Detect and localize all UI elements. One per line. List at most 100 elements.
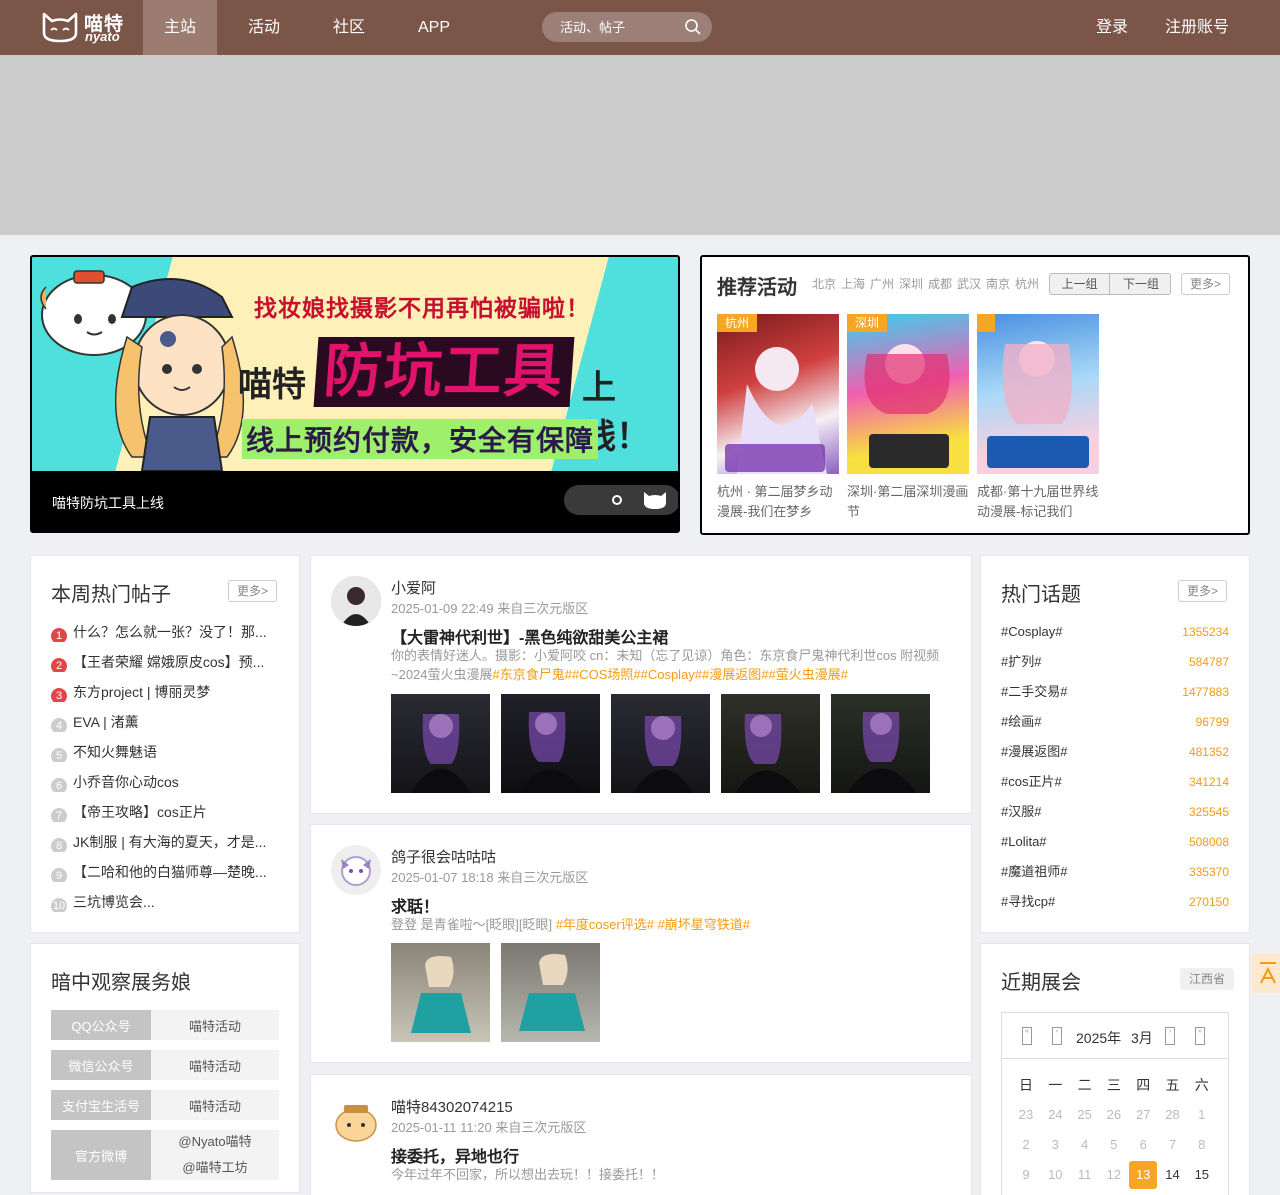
avatar[interactable] bbox=[331, 845, 381, 895]
calendar-day[interactable]: 3 bbox=[1041, 1131, 1069, 1159]
hot-post-title[interactable]: 【二哈和他的白猫师尊—楚晚... bbox=[73, 864, 267, 880]
calendar-day[interactable]: 14 bbox=[1159, 1161, 1187, 1189]
hot-post-title[interactable]: JK制服 | 有大海的夏天，才是... bbox=[73, 834, 266, 850]
calendar-day-prev[interactable]: 28 bbox=[1159, 1101, 1187, 1129]
topic-name[interactable]: #寻找cp# bbox=[1001, 894, 1055, 909]
post-tags[interactable]: #年度coser评选# #崩坏星穹铁道# bbox=[556, 917, 750, 932]
service-account[interactable]: 喵特活动 bbox=[189, 1056, 241, 1075]
post-image[interactable] bbox=[831, 694, 930, 793]
post-image[interactable] bbox=[501, 694, 600, 793]
post-body[interactable]: 登登 是青雀啦～[眨眼][眨眼] #年度coser评选# #崩坏星穹铁道# bbox=[391, 915, 951, 934]
hot-post-title[interactable]: 三坑博览会... bbox=[73, 894, 155, 910]
topic-name[interactable]: #漫展返图# bbox=[1001, 744, 1067, 759]
calendar-day[interactable]: 15 bbox=[1188, 1161, 1216, 1189]
prev-month-icon[interactable]: ‹ bbox=[1052, 1027, 1062, 1045]
city-filter-guangzhou[interactable]: 广州 bbox=[870, 275, 894, 292]
city-filter-shenzhen[interactable]: 深圳 bbox=[899, 275, 923, 292]
topic-name[interactable]: #二手交易# bbox=[1001, 684, 1067, 699]
topic-name[interactable]: #汉服# bbox=[1001, 804, 1041, 819]
topic-item[interactable]: #寻找cp# 270150 bbox=[1001, 892, 1229, 912]
calendar-day[interactable]: 8 bbox=[1188, 1131, 1216, 1159]
topic-name[interactable]: #扩列# bbox=[1001, 654, 1041, 669]
activity-poster[interactable]: 深圳 bbox=[847, 314, 969, 474]
hero-carousel[interactable]: 找妆娘找摄影不用再怕被骗啦！ 喵特 防坑工具 上线！ 线上预约付款，安全有保障 … bbox=[30, 255, 680, 533]
calendar-day[interactable]: 10 bbox=[1041, 1161, 1069, 1189]
hot-post-item[interactable]: 8 JK制服 | 有大海的夏天，才是... bbox=[51, 832, 281, 852]
post-tags[interactable]: #东京食尸鬼##COS场照##Cosplay##漫展返图##萤火虫漫展# bbox=[493, 667, 848, 682]
activity-name[interactable]: 深圳·第二届深圳漫画节 bbox=[847, 482, 969, 522]
post-title[interactable]: 接委托，异地也行 bbox=[391, 1143, 519, 1167]
hot-post-item[interactable]: 6 小乔音你心动cos bbox=[51, 772, 281, 792]
activity-card[interactable]: 杭州 杭州 · 第二届梦乡动漫展-我们在梦乡 bbox=[717, 314, 839, 522]
avatar[interactable] bbox=[331, 1095, 381, 1145]
service-value[interactable]: 喵特活动 bbox=[151, 1090, 279, 1120]
calendar-year[interactable]: 2025年 bbox=[1076, 1028, 1121, 1048]
hot-post-item[interactable]: 1 什么？怎么就一张？没了！那... bbox=[51, 622, 281, 642]
activity-name[interactable]: 杭州 · 第二届梦乡动漫展-我们在梦乡 bbox=[717, 482, 839, 522]
post-author[interactable]: 小爱阿 bbox=[391, 577, 436, 598]
calendar-day-prev[interactable]: 25 bbox=[1071, 1101, 1099, 1129]
topic-name[interactable]: #Cosplay# bbox=[1001, 624, 1062, 639]
hot-post-item[interactable]: 5 不知火舞魅语 bbox=[51, 742, 281, 762]
calendar-day[interactable]: 4 bbox=[1071, 1131, 1099, 1159]
calendar-day[interactable]: 7 bbox=[1159, 1131, 1187, 1159]
hot-post-title[interactable]: 东方project | 博丽灵梦 bbox=[73, 684, 210, 700]
service-account[interactable]: 喵特活动 bbox=[189, 1096, 241, 1115]
search-input[interactable] bbox=[560, 12, 680, 42]
topic-name[interactable]: #Lolita# bbox=[1001, 834, 1047, 849]
calendar-day[interactable]: 9 bbox=[1012, 1161, 1040, 1189]
hot-post-title[interactable]: 【帝王攻略】cos正片 bbox=[73, 804, 207, 820]
calendar-day[interactable]: 1 bbox=[1188, 1101, 1216, 1129]
hot-post-title[interactable]: 【王者荣耀 嫦娥原皮cos】预... bbox=[73, 654, 264, 670]
back-to-top-button[interactable] bbox=[1252, 953, 1280, 993]
search-icon[interactable] bbox=[684, 18, 702, 36]
hero-caption[interactable]: 喵特防坑工具上线 bbox=[52, 493, 164, 513]
calendar-day[interactable]: 6 bbox=[1129, 1131, 1157, 1159]
next-year-icon[interactable]: » bbox=[1195, 1027, 1205, 1045]
post-body[interactable]: 你的表情好迷人。摄影：小爱阿咬 cn：未知（忘了见谅）角色：东京食尸鬼神代利世c… bbox=[391, 646, 951, 684]
calendar-day[interactable]: 2 bbox=[1012, 1131, 1040, 1159]
calendar-day-prev[interactable]: 24 bbox=[1041, 1101, 1069, 1129]
activity-card[interactable]: 成都·第十九届世界线动漫展-标记我们 bbox=[977, 314, 1099, 522]
activity-card[interactable]: 深圳 深圳·第二届深圳漫画节 bbox=[847, 314, 969, 522]
post-image[interactable] bbox=[611, 694, 710, 793]
topic-item[interactable]: #绘画# 96799 bbox=[1001, 712, 1229, 732]
activity-poster[interactable]: 杭州 bbox=[717, 314, 839, 474]
city-filter-chengdu[interactable]: 成都 bbox=[928, 275, 952, 292]
city-filter-nanjing[interactable]: 南京 bbox=[986, 275, 1010, 292]
topics-more-button[interactable]: 更多> bbox=[1178, 580, 1228, 602]
calendar-day-prev[interactable]: 27 bbox=[1129, 1101, 1157, 1129]
rec-more-button[interactable]: 更多> bbox=[1181, 273, 1231, 295]
hot-post-title[interactable]: 什么？怎么就一张？没了！那... bbox=[73, 624, 267, 640]
post-image[interactable] bbox=[721, 694, 820, 793]
hot-posts-more-button[interactable]: 更多> bbox=[228, 580, 278, 602]
feed-post[interactable]: 鸽子很会咕咕咕 2025-01-07 18:18 来自三次元版区 求聒！ 登登 … bbox=[310, 824, 972, 1063]
cat-indicator-icon[interactable] bbox=[642, 490, 668, 510]
topic-item[interactable]: #扩列# 584787 bbox=[1001, 652, 1229, 672]
prev-year-icon[interactable]: « bbox=[1022, 1027, 1032, 1045]
post-author[interactable]: 鸽子很会咕咕咕 bbox=[391, 846, 496, 867]
hot-post-title[interactable]: 小乔音你心动cos bbox=[73, 774, 179, 790]
carousel-dot[interactable] bbox=[612, 495, 622, 505]
post-image[interactable] bbox=[501, 943, 600, 1042]
post-image[interactable] bbox=[391, 943, 490, 1042]
register-link[interactable]: 注册账号 bbox=[1165, 0, 1229, 55]
post-image[interactable] bbox=[391, 694, 490, 793]
calendar-month[interactable]: 3月 bbox=[1131, 1028, 1153, 1048]
topic-item[interactable]: #漫展返图# 481352 bbox=[1001, 742, 1229, 762]
post-author[interactable]: 喵特84302074215 bbox=[391, 1096, 513, 1117]
hot-post-title[interactable]: EVA | 渚薰 bbox=[73, 714, 139, 730]
calendar-day-today[interactable]: 13 bbox=[1129, 1161, 1158, 1189]
service-account[interactable]: 喵特活动 bbox=[189, 1016, 241, 1035]
nav-item-home[interactable]: 主站 bbox=[143, 0, 217, 55]
hero-slide-image[interactable]: 找妆娘找摄影不用再怕被骗啦！ 喵特 防坑工具 上线！ 线上预约付款，安全有保障 bbox=[32, 257, 678, 471]
nav-item-community[interactable]: 社区 bbox=[313, 0, 385, 55]
hot-post-item[interactable]: 9 【二哈和他的白猫师尊—楚晚... bbox=[51, 862, 281, 882]
topic-item[interactable]: #魔道祖师# 335370 bbox=[1001, 862, 1229, 882]
topic-item[interactable]: #Lolita# 508008 bbox=[1001, 832, 1229, 852]
topic-name[interactable]: #魔道祖师# bbox=[1001, 864, 1067, 879]
service-value[interactable]: 喵特活动 bbox=[151, 1010, 279, 1040]
region-selector[interactable]: 江西省 bbox=[1180, 968, 1235, 990]
next-group-button[interactable]: 下一组 bbox=[1111, 274, 1171, 294]
hot-post-item[interactable]: 4 EVA | 渚薰 bbox=[51, 712, 281, 732]
